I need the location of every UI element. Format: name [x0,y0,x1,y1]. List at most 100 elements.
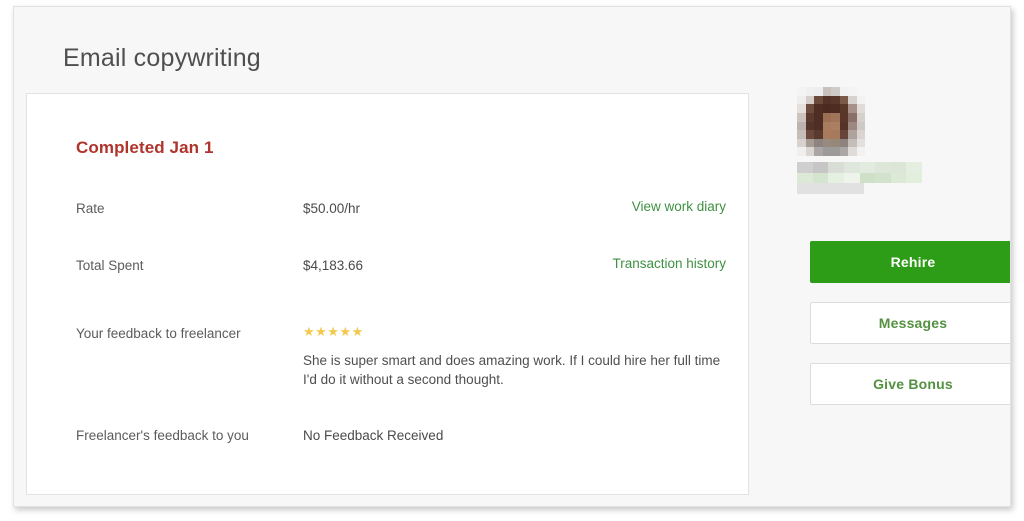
detail-row-label: Rate [76,201,105,216]
name-pixel-block [906,172,922,183]
avatar-pixel-block [839,112,848,122]
name-pixel-block [875,172,891,183]
avatar-pixel-block [822,112,831,122]
avatar-pixel-block [797,112,806,122]
avatar-pixel-block [839,104,848,113]
avatar-pixel-block [839,147,848,156]
avatar-pixel-block [814,95,823,105]
avatar-pixel-block [848,138,857,148]
name-pixel-block [828,172,844,183]
avatar-pixel-block [805,147,814,156]
name-pixel-block [890,172,907,183]
avatar-pixel-block [822,121,831,131]
avatar-pixel-block [797,95,806,105]
name-pixel-block [906,162,922,173]
detail-row-value: $50.00/hr [303,201,361,216]
avatar-pixel-block [848,130,857,139]
avatar-pixel-block [805,104,814,113]
avatar-pixel-block [814,147,823,156]
avatar-pixel-block [831,87,840,96]
avatar-pixel-block [831,95,840,105]
give-bonus-button[interactable]: Give Bonus [810,363,1010,405]
avatar-pixel-block [814,121,823,131]
name-pixel-block [828,162,844,173]
avatar-pixel-block [822,147,831,156]
avatar-pixel-block [856,87,865,96]
avatar-pixel-block [831,130,840,139]
avatar-pixel-block [839,130,848,139]
avatar-pixel-block [856,121,865,131]
avatar-pixel-block [797,138,806,148]
avatar-pixel-block [839,138,848,148]
feedback-comment-text: She is super smart and does amazing work… [303,353,721,387]
avatar-pixel-block [848,104,857,113]
avatar-pixel-block [848,147,857,156]
contract-detail-card: Completed Jan 1 Rate $50.00/hr View work… [26,93,749,495]
avatar-pixel-block [856,147,865,156]
detail-row-label: Total Spent [76,258,144,273]
avatar[interactable] [797,87,865,156]
avatar-pixel-block [839,95,848,105]
name-pixel-block [797,172,813,183]
avatar-pixel-block [822,130,831,139]
avatar-pixel-block [797,104,806,113]
avatar-pixel-block [822,138,831,148]
detail-row-value: No Feedback Received [303,428,444,443]
name-pixel-block [812,172,829,183]
avatar-pixel-block [831,112,840,122]
freelancer-subtitle [797,183,864,194]
avatar-pixel-block [805,95,814,105]
name-pixel-block [875,162,891,173]
avatar-pixel-block [839,121,848,131]
name-pixel-block [843,162,860,173]
view-work-diary-link[interactable]: View work diary [632,199,726,214]
avatar-pixel-block [856,104,865,113]
name-pixel-block [890,162,907,173]
avatar-pixel-block [805,112,814,122]
name-pixel-block [797,162,813,173]
avatar-pixel-block [856,138,865,148]
contract-status-heading: Completed Jan 1 [76,138,214,157]
avatar-pixel-block [805,138,814,148]
avatar-pixel-block [831,121,840,131]
avatar-pixel-block [822,95,831,105]
avatar-pixel-block [814,104,823,113]
avatar-pixel-block [805,87,814,96]
avatar-pixel-block [814,112,823,122]
freelancer-name-link[interactable] [797,162,922,183]
avatar-pixel-block [797,87,806,96]
transaction-history-link[interactable]: Transaction history [612,256,726,271]
name-pixel-block [843,172,860,183]
avatar-pixel-block [831,104,840,113]
detail-row-label: Your feedback to freelancer [76,326,241,341]
avatar-pixel-block [805,121,814,131]
avatar-pixel-block [848,121,857,131]
page-title: Email copywriting [63,43,261,72]
detail-row-label: Freelancer's feedback to you [76,428,249,443]
name-pixel-block [859,172,876,183]
avatar-pixel-block [805,130,814,139]
avatar-pixel-block [814,130,823,139]
page-frame: Email copywriting Completed Jan 1 Rate $… [13,6,1011,507]
star-rating-icon: ★★★★★ [303,324,364,339]
avatar-pixel-block [822,87,831,96]
avatar-pixel-block [856,112,865,122]
avatar-pixel-block [856,130,865,139]
avatar-pixel-block [797,121,806,131]
rehire-button[interactable]: Rehire [810,241,1010,283]
avatar-pixel-block [848,95,857,105]
avatar-pixel-block [814,87,823,96]
name-pixel-block [859,162,876,173]
avatar-pixel-block [822,104,831,113]
avatar-pixel-block [839,87,848,96]
avatar-pixel-block [856,95,865,105]
messages-button[interactable]: Messages [810,302,1010,344]
avatar-pixel-block [797,130,806,139]
avatar-pixel-block [814,138,823,148]
avatar-pixel-block [848,112,857,122]
detail-row-value: $4,183.66 [303,258,364,273]
avatar-pixel-block [831,138,840,148]
name-pixel-block [812,162,829,173]
avatar-pixel-block [797,147,806,156]
avatar-pixel-block [848,87,857,96]
